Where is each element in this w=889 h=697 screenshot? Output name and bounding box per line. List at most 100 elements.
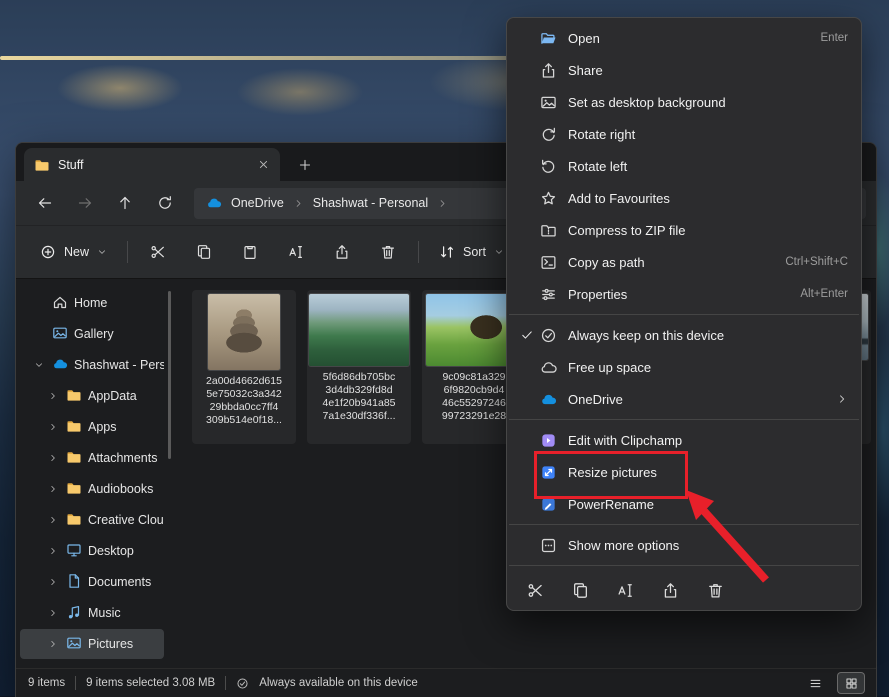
menu-item-copy-as-path[interactable]: Copy as pathCtrl+Shift+C [512, 246, 856, 278]
sidebar-item-music[interactable]: Music [20, 598, 164, 628]
sidebar-item-label: Attachments [88, 451, 157, 465]
details-view-button[interactable] [802, 673, 828, 693]
menu-item-compress-to-zip-file[interactable]: Compress to ZIP file [512, 214, 856, 246]
context-menu: OpenEnterShareSet as desktop backgroundR… [506, 17, 862, 611]
open-icon [540, 30, 568, 47]
menu-item-rotate-right[interactable]: Rotate right [512, 118, 856, 150]
sidebar-item-pictures[interactable]: Pictures [20, 629, 164, 659]
sidebar-item-creative-clou[interactable]: Creative Clou [20, 505, 164, 535]
share-button[interactable] [322, 235, 362, 269]
onedrive-icon [52, 356, 68, 375]
thumbnail-view-button[interactable] [838, 673, 864, 693]
sidebar-item-label: Documents [88, 575, 151, 589]
plus-circle-icon [40, 244, 56, 260]
refresh-button[interactable] [148, 187, 182, 219]
up-button[interactable] [108, 187, 142, 219]
paste-button[interactable] [230, 235, 270, 269]
menu-item-properties[interactable]: Properties Alt+Enter [512, 278, 856, 310]
breadcrumb-shashwat-personal[interactable]: Shashwat - Personal [313, 196, 428, 210]
menu-item-share[interactable]: Share [512, 54, 856, 86]
tab-close-icon[interactable] [257, 158, 270, 171]
menu-item-rotate-left[interactable]: Rotate left [512, 150, 856, 182]
menu-item-label: Compress to ZIP file [568, 223, 848, 238]
menu-item-show-more-options[interactable]: Show more options [512, 529, 856, 561]
menu-item-open[interactable]: OpenEnter [512, 22, 856, 54]
chevron-right-icon[interactable] [48, 422, 60, 432]
chevron-right-icon[interactable] [48, 546, 60, 556]
folder-icon [66, 418, 82, 437]
menu-item-resize-pictures[interactable]: Resize pictures [512, 456, 856, 488]
delete-quick-button[interactable] [704, 579, 726, 601]
chevron-right-icon[interactable] [48, 453, 60, 463]
properties-icon [540, 286, 568, 303]
menu-item-label: Open [568, 31, 809, 46]
menu-item-label: Resize pictures [568, 465, 848, 480]
menu-item-label: Properties [568, 287, 788, 302]
delete-button[interactable] [368, 235, 408, 269]
file-name-line: 3d4db329fd8d [325, 384, 392, 397]
sort-button-label: Sort [463, 245, 486, 259]
sidebar-item-label: AppData [88, 389, 137, 403]
chevron-down-icon [494, 247, 504, 257]
file-tile-green-lake[interactable]: 5f6d86db705bc3d4db329fd8d4e1f20b941a857a… [307, 290, 411, 444]
share-icon [540, 62, 568, 79]
tab-title: Stuff [58, 158, 249, 172]
folder-icon [34, 157, 50, 173]
file-name-line: 9c09c81a329 [442, 371, 505, 384]
forward-button[interactable] [68, 187, 102, 219]
submenu-chevron-icon [836, 393, 848, 405]
explorer-tab-stuff[interactable]: Stuff [24, 148, 280, 181]
bridge [0, 56, 540, 60]
onedrive-icon [206, 195, 222, 211]
sidebar-item-documents[interactable]: Documents [20, 567, 164, 597]
sidebar-item-home[interactable]: Home [20, 288, 164, 318]
chevron-down-icon[interactable] [34, 360, 46, 370]
menu-item-powerrename[interactable]: PowerRename [512, 488, 856, 520]
sidebar-item-appdata[interactable]: AppData [20, 381, 164, 411]
menu-item-add-to-favourites[interactable]: Add to Favourites [512, 182, 856, 214]
chevron-right-icon[interactable] [48, 577, 60, 587]
pictures-icon [66, 635, 82, 654]
file-thumbnail-green-lake [309, 294, 409, 366]
breadcrumb-onedrive[interactable]: OneDrive [231, 196, 284, 210]
sidebar-item-apps[interactable]: Apps [20, 412, 164, 442]
sidebar-item-label: Desktop [88, 544, 134, 558]
new-button[interactable]: New [30, 237, 117, 267]
chevron-right-icon[interactable] [48, 391, 60, 401]
share-quick-button[interactable] [659, 579, 681, 601]
menu-item-edit-with-clipchamp[interactable]: Edit with Clipchamp [512, 424, 856, 456]
chevron-right-icon[interactable] [48, 639, 60, 649]
sidebar-item-attachments[interactable]: Attachments [20, 443, 164, 473]
menu-item-set-as-desktop-background[interactable]: Set as desktop background [512, 86, 856, 118]
menu-item-label: PowerRename [568, 497, 848, 512]
cut-quick-button[interactable] [524, 579, 546, 601]
rename-button[interactable] [276, 235, 316, 269]
file-tile-rocks[interactable]: 2a00d4662d6155e75032c3a34229bbda0cc7ff43… [192, 290, 296, 444]
sort-button[interactable]: Sort [429, 237, 514, 267]
new-tab-button[interactable] [298, 158, 312, 172]
menu-item-always-keep-on-this-device[interactable]: Always keep on this device [512, 319, 856, 351]
rename-quick-button[interactable] [614, 579, 636, 601]
chevron-right-icon[interactable] [48, 515, 60, 525]
wallpaper-icon [540, 94, 568, 111]
path-icon [540, 254, 568, 271]
sidebar-item-shashwat-pers[interactable]: Shashwat - Pers [20, 350, 164, 380]
copy-quick-button[interactable] [569, 579, 591, 601]
chevron-down-icon [97, 247, 107, 257]
music-icon [66, 604, 82, 623]
zip-icon [540, 222, 568, 239]
chevron-right-icon[interactable] [48, 608, 60, 618]
copy-button[interactable] [184, 235, 224, 269]
sidebar-item-gallery[interactable]: Gallery [20, 319, 164, 349]
menu-item-free-up-space[interactable]: Free up space [512, 351, 856, 383]
chevron-right-icon[interactable] [48, 484, 60, 494]
back-button[interactable] [28, 187, 62, 219]
menu-item-shortcut: Alt+Enter [800, 288, 848, 300]
sidebar-item-audiobooks[interactable]: Audiobooks [20, 474, 164, 504]
menu-item-label: Share [568, 63, 848, 78]
menu-separator [509, 524, 859, 525]
menu-item-onedrive[interactable]: OneDrive [512, 383, 856, 415]
cut-button[interactable] [138, 235, 178, 269]
sidebar-scrollbar[interactable] [168, 291, 171, 459]
sidebar-item-desktop[interactable]: Desktop [20, 536, 164, 566]
